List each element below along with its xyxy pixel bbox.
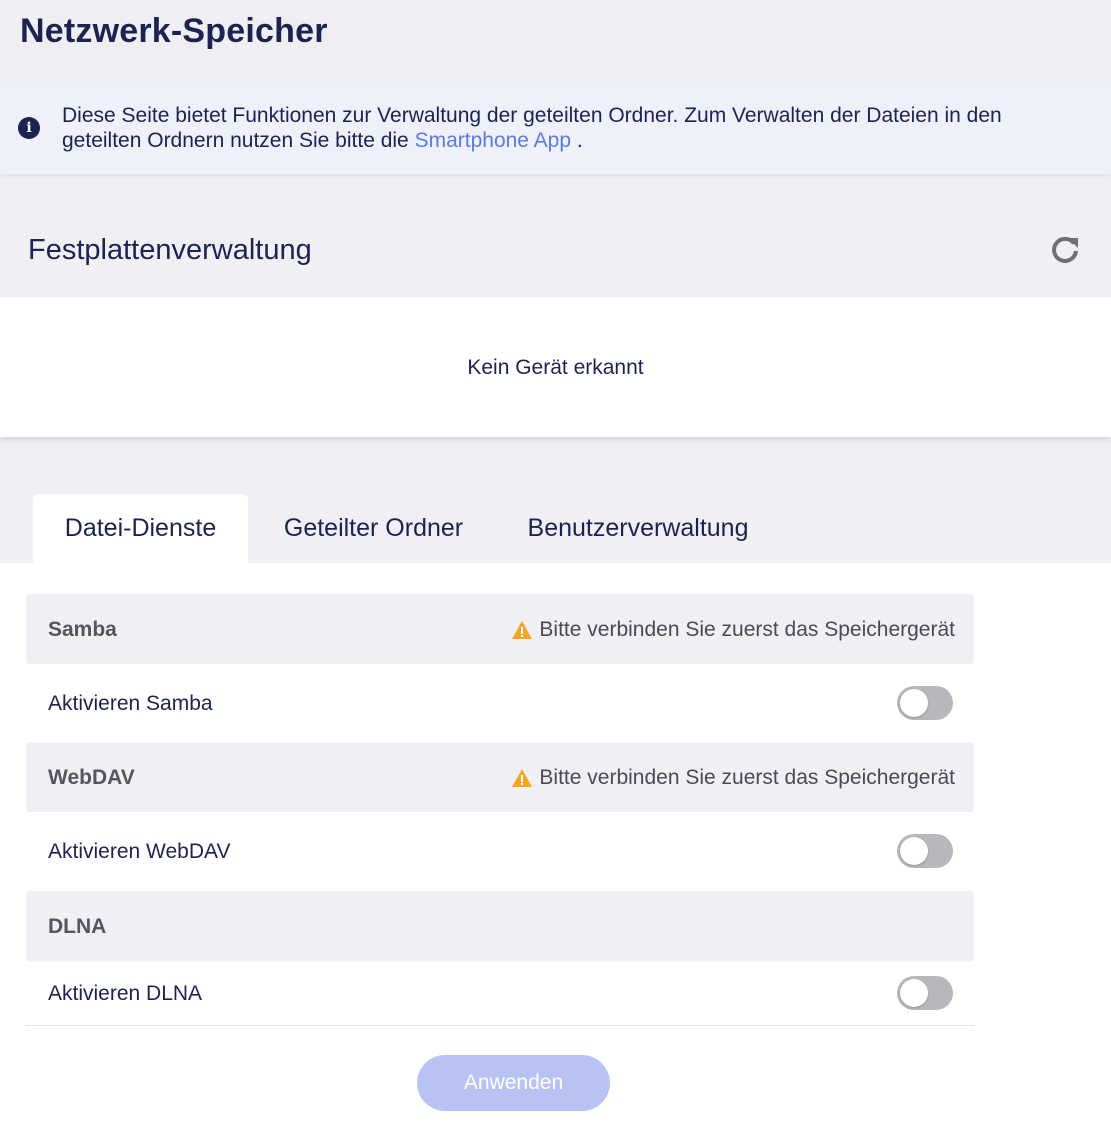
samba-warning-text: Bitte verbinden Sie zuerst das Speicherg… (539, 618, 955, 641)
toggle-knob (900, 689, 928, 717)
samba-toggle[interactable] (897, 686, 953, 720)
apply-button[interactable]: Anwenden (417, 1055, 610, 1111)
page-title: Netzwerk-Speicher (20, 12, 328, 50)
samba-toggle-row: Aktivieren Samba (26, 664, 974, 742)
warning-icon (512, 769, 533, 787)
samba-warning: Bitte verbinden Sie zuerst das Speicherg… (511, 618, 955, 642)
dlna-toggle-label: Aktivieren DLNA (48, 982, 203, 1005)
webdav-toggle[interactable] (897, 834, 953, 868)
smartphone-app-link[interactable]: Smartphone App (415, 129, 571, 152)
dlna-toggle[interactable] (897, 976, 953, 1010)
warning-icon (512, 621, 533, 639)
info-text-end: . (571, 129, 583, 152)
tab-user-management[interactable]: Benutzerverwaltung (510, 494, 766, 563)
webdav-toggle-row: Aktivieren WebDAV (26, 812, 974, 890)
samba-name: Samba (48, 618, 117, 641)
toggle-knob (900, 837, 928, 865)
dlna-header: DLNA (26, 891, 974, 961)
webdav-header: WebDAV Bitte verbinden Sie zuerst das Sp… (26, 742, 974, 812)
toggle-knob (900, 979, 928, 1007)
webdav-name: WebDAV (48, 766, 135, 789)
webdav-warning: Bitte verbinden Sie zuerst das Speicherg… (511, 766, 955, 790)
refresh-icon[interactable] (1049, 234, 1081, 266)
webdav-warning-text: Bitte verbinden Sie zuerst das Speicherg… (539, 766, 955, 789)
no-device-message: Kein Gerät erkannt (467, 356, 644, 379)
info-icon: i (18, 117, 40, 139)
tab-shared-folder[interactable]: Geteilter Ordner (264, 494, 483, 563)
webdav-toggle-label: Aktivieren WebDAV (48, 840, 231, 863)
samba-header: Samba Bitte verbinden Sie zuerst das Spe… (26, 594, 974, 664)
samba-toggle-label: Aktivieren Samba (48, 692, 213, 715)
tab-file-services[interactable]: Datei-Dienste (33, 494, 248, 563)
disk-management-title: Festplattenverwaltung (28, 234, 312, 266)
divider (26, 1025, 974, 1026)
dlna-toggle-row: Aktivieren DLNA (26, 954, 974, 1032)
info-text: Diese Seite bietet Funktionen zur Verwal… (62, 103, 1062, 153)
dlna-name: DLNA (48, 915, 107, 938)
